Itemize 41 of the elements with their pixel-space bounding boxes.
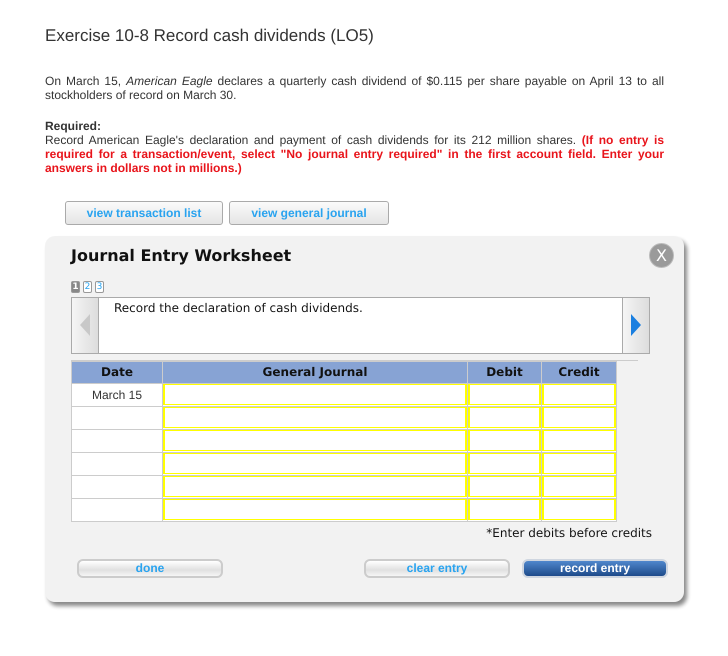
column-header: General Journal — [162, 361, 468, 384]
view-button[interactable]: view general journal — [229, 201, 389, 226]
view-button[interactable]: view transaction list — [65, 201, 223, 226]
debit-field[interactable] — [468, 430, 541, 452]
worksheet-title: Journal Entry Worksheet — [71, 246, 292, 266]
exercise-title: Exercise 10-8 Record cash dividends (LO5) — [45, 26, 375, 46]
debit-field[interactable] — [468, 384, 541, 406]
credit-field[interactable] — [542, 407, 616, 428]
column-header: Date — [72, 361, 162, 384]
step-tab[interactable]: 3 — [95, 280, 104, 293]
column-header: Debit — [468, 361, 542, 384]
debit-field[interactable] — [468, 407, 541, 428]
debit-field[interactable] — [468, 476, 541, 498]
step-tab[interactable]: 1 — [71, 280, 80, 293]
account-field[interactable] — [163, 407, 467, 428]
debit-field[interactable] — [468, 499, 541, 520]
action-button[interactable]: done — [77, 558, 223, 578]
credit-field[interactable] — [542, 499, 616, 520]
right-triangle-icon — [630, 314, 642, 336]
hint-text: *Enter debits before credits — [485, 524, 652, 542]
close-button[interactable]: X — [649, 243, 674, 268]
account-field[interactable] — [163, 384, 467, 406]
left-triangle-icon — [80, 314, 90, 336]
credit-field[interactable] — [542, 384, 616, 406]
credit-field[interactable] — [542, 476, 616, 498]
required-label: Required: — [45, 119, 102, 134]
credit-field[interactable] — [542, 453, 616, 474]
required-text: Record American Eagle's declaration and payment of cash dividends for its 212 million shares. (If no entry is required for a transaction/event, select "No journal entry required" in the first account field. Enter your answers in dollars not in millions.) — [45, 133, 664, 176]
credit-field[interactable] — [542, 430, 616, 452]
action-button[interactable]: clear entry — [364, 558, 510, 578]
account-field[interactable] — [163, 453, 467, 474]
record-button[interactable]: record entry — [522, 558, 668, 578]
account-field[interactable] — [163, 499, 467, 520]
column-header: Credit — [542, 361, 616, 384]
step-tab[interactable]: 2 — [83, 280, 92, 293]
problem-text: On March 15, American Eagle declares a quarterly cash dividend of $0.115 per share payable on April 13 to all stockholders of record on March 30. — [45, 74, 664, 102]
account-field[interactable] — [163, 430, 467, 452]
date-cell: March 15 — [72, 383, 162, 406]
right-arrow-button[interactable] — [623, 298, 649, 353]
debit-field[interactable] — [468, 453, 541, 474]
account-field[interactable] — [163, 476, 467, 498]
